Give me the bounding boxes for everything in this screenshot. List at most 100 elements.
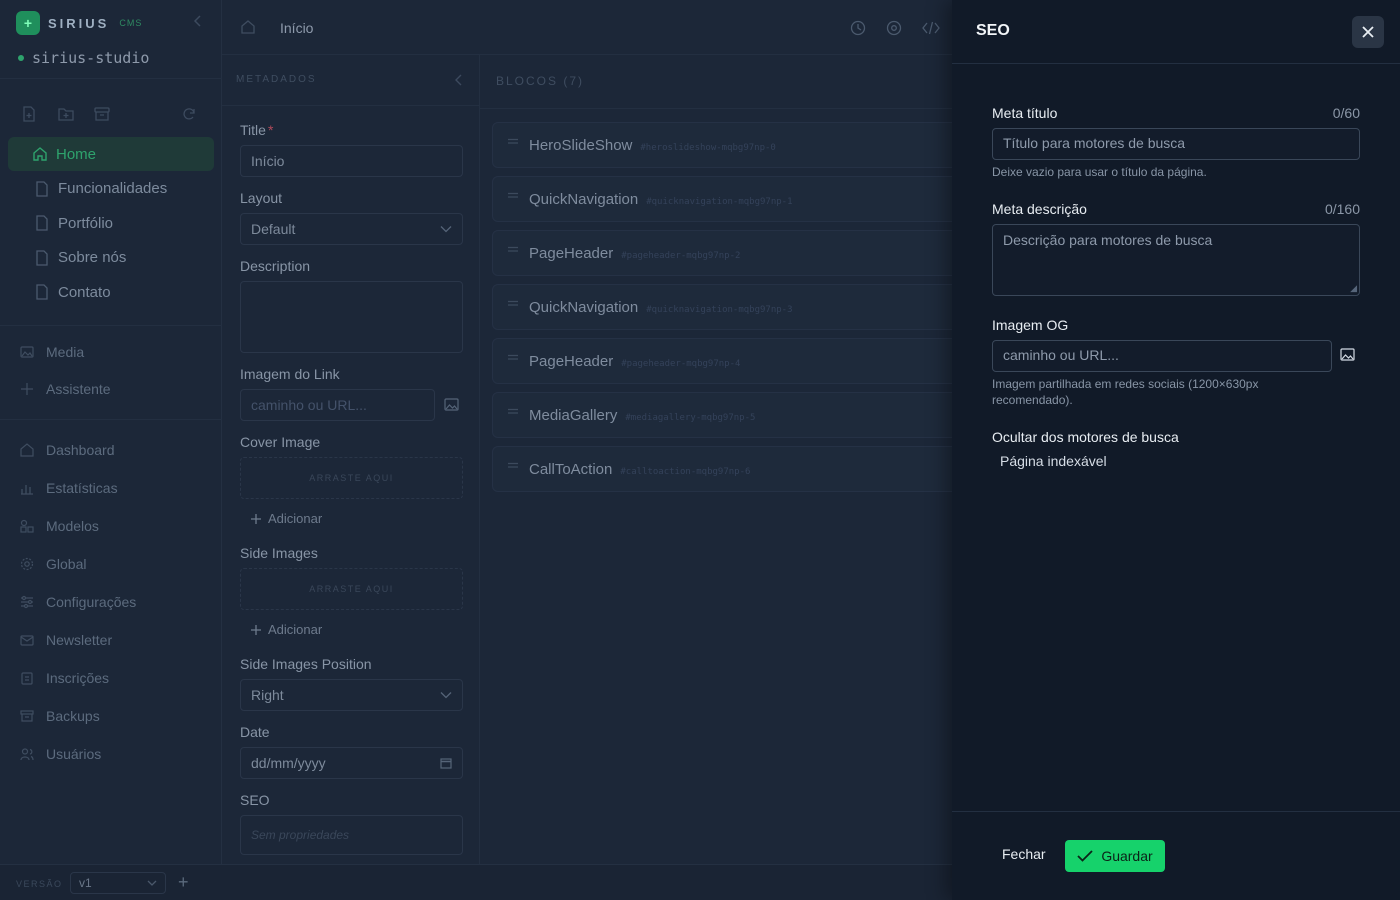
drag-handle-icon[interactable] [507, 462, 519, 470]
layout-value: Default [251, 221, 296, 237]
site-name: sirius-studio [32, 49, 150, 67]
page-item-sobre-nos[interactable]: Sobre nós [8, 241, 214, 275]
home-icon[interactable] [240, 19, 256, 35]
image-picker-icon[interactable] [1340, 348, 1355, 361]
meta-title-counter: 0/60 [1332, 105, 1360, 121]
nav-media[interactable]: Media [20, 344, 84, 360]
link-image-input[interactable]: caminho ou URL... [240, 389, 435, 421]
layout-select[interactable]: Default [240, 213, 463, 245]
meta-description-textarea[interactable]: Descrição para motores de busca ◢ [992, 224, 1360, 296]
collapse-sidebar-button[interactable] [192, 14, 204, 28]
block-name: HeroSlideShow #heroslideshow-mqbg97np-0 [529, 137, 776, 154]
cover-image-dropzone[interactable]: ARRASTE AQUI [240, 457, 463, 499]
drag-handle-icon[interactable] [507, 192, 519, 200]
nav-global[interactable]: Global [20, 556, 86, 572]
block-name: QuickNavigation #quicknavigation-mqbg97np… [529, 299, 793, 316]
history-icon[interactable] [850, 20, 866, 36]
version-label: VERSÃO [16, 879, 63, 889]
nav-label: Estatísticas [46, 480, 118, 496]
block-name: PageHeader #pageheader-mqbg97np-2 [529, 245, 741, 262]
hide-search-label: Ocultar dos motores de busca [992, 429, 1179, 445]
drag-handle-icon[interactable] [507, 138, 519, 146]
block-row[interactable]: HeroSlideShow #heroslideshow-mqbg97np-0 [492, 122, 962, 168]
nav-estatisticas[interactable]: Estatísticas [20, 480, 118, 496]
breadcrumb: Início [280, 20, 314, 36]
title-input[interactable]: Início [240, 145, 463, 177]
plus-icon [250, 624, 262, 636]
brand-tag: CMS [119, 18, 143, 28]
plus-icon [250, 513, 262, 525]
drag-handle-icon[interactable] [507, 354, 519, 362]
block-row[interactable]: QuickNavigation #quicknavigation-mqbg97np… [492, 176, 962, 222]
page-item-funcionalidades[interactable]: Funcionalidades [8, 172, 214, 206]
block-row[interactable]: PageHeader #pageheader-mqbg97np-4 [492, 338, 962, 384]
nav-modelos[interactable]: Modelos [20, 518, 99, 534]
block-row[interactable]: MediaGallery #mediagallery-mqbg97np-5 [492, 392, 962, 438]
page-item-contato[interactable]: Contato [8, 275, 214, 309]
page-toolbar [22, 104, 200, 124]
code-icon[interactable] [922, 20, 940, 36]
date-input[interactable]: dd/mm/yyyy [240, 747, 463, 779]
new-page-icon[interactable] [22, 104, 58, 124]
side-images-position-label: Side Images Position [240, 656, 372, 672]
resize-handle-icon[interactable]: ◢ [1350, 284, 1357, 293]
sparkle-icon [20, 382, 34, 396]
block-id: #mediagallery-mqbg97np-5 [625, 413, 756, 423]
date-placeholder: dd/mm/yyyy [251, 755, 326, 771]
nav-newsletter[interactable]: Newsletter [20, 632, 112, 648]
page-list: Home Funcionalidades Portfólio Sobre nós… [8, 137, 214, 310]
drag-handle-icon[interactable] [507, 246, 519, 254]
block-row[interactable]: PageHeader #pageheader-mqbg97np-2 [492, 230, 962, 276]
check-icon [1077, 850, 1093, 862]
page-item-label: Funcionalidades [58, 180, 168, 197]
editor-header: Início [222, 0, 952, 55]
seo-field[interactable]: Sem propriedades [240, 815, 463, 855]
add-version-button[interactable]: + [178, 873, 189, 891]
image-icon [20, 345, 34, 359]
nav-dashboard[interactable]: Dashboard [20, 442, 115, 458]
drag-handle-icon[interactable] [507, 300, 519, 308]
drawer-title: SEO [976, 22, 1010, 39]
divider [0, 419, 222, 420]
side-images-dropzone[interactable]: ARRASTE AQUI [240, 568, 463, 610]
calendar-icon[interactable] [440, 757, 452, 769]
add-cover-image-button[interactable]: Adicionar [250, 511, 322, 526]
page-item-portfolio[interactable]: Portfólio [8, 206, 214, 240]
blocks-panel: BLOCOS (7) HeroSlideShow #heroslideshow-m… [480, 55, 962, 864]
indexable-checkbox-label[interactable]: Página indexável [1000, 453, 1107, 469]
archive-icon[interactable] [94, 104, 130, 124]
close-button[interactable] [1352, 16, 1384, 48]
block-row[interactable]: QuickNavigation #quicknavigation-mqbg97np… [492, 284, 962, 330]
title-label: Title * [240, 122, 274, 138]
new-folder-icon[interactable] [58, 104, 94, 124]
save-button[interactable]: Guardar [1065, 840, 1165, 872]
brand[interactable]: + SIRIUS CMS [16, 11, 142, 35]
refresh-icon[interactable] [182, 104, 200, 124]
seo-drawer: SEO Meta título 0/60 Título para motores… [952, 0, 1400, 900]
side-images-label: Side Images [240, 545, 318, 561]
add-side-image-button[interactable]: Adicionar [250, 622, 322, 637]
nav-label: Configurações [46, 594, 137, 610]
image-picker-icon[interactable] [444, 398, 459, 411]
file-icon [34, 284, 50, 300]
block-id: #calltoaction-mqbg97np-6 [620, 467, 751, 477]
nav-inscricoes[interactable]: Inscrições [20, 670, 109, 686]
side-images-position-select[interactable]: Right [240, 679, 463, 711]
divider [952, 811, 1400, 812]
meta-title-input[interactable]: Título para motores de busca [992, 128, 1360, 160]
version-select[interactable]: v1 [70, 872, 166, 894]
description-textarea[interactable] [240, 281, 463, 353]
site-selector[interactable]: sirius-studio [18, 49, 149, 67]
nav-assistente[interactable]: Assistente [20, 381, 111, 397]
nav-configuracoes[interactable]: Configurações [20, 594, 136, 610]
og-image-input[interactable]: caminho ou URL... [992, 340, 1332, 372]
cancel-button[interactable]: Fechar [1002, 846, 1046, 862]
nav-backups[interactable]: Backups [20, 708, 100, 724]
nav-usuarios[interactable]: Usuários [20, 746, 101, 762]
divider [480, 108, 952, 109]
preview-icon[interactable] [886, 20, 902, 36]
block-row[interactable]: CallToAction #calltoaction-mqbg97np-6 [492, 446, 962, 492]
collapse-metadata-button[interactable] [454, 73, 464, 87]
drag-handle-icon[interactable] [507, 408, 519, 416]
page-item-home[interactable]: Home [8, 137, 214, 171]
